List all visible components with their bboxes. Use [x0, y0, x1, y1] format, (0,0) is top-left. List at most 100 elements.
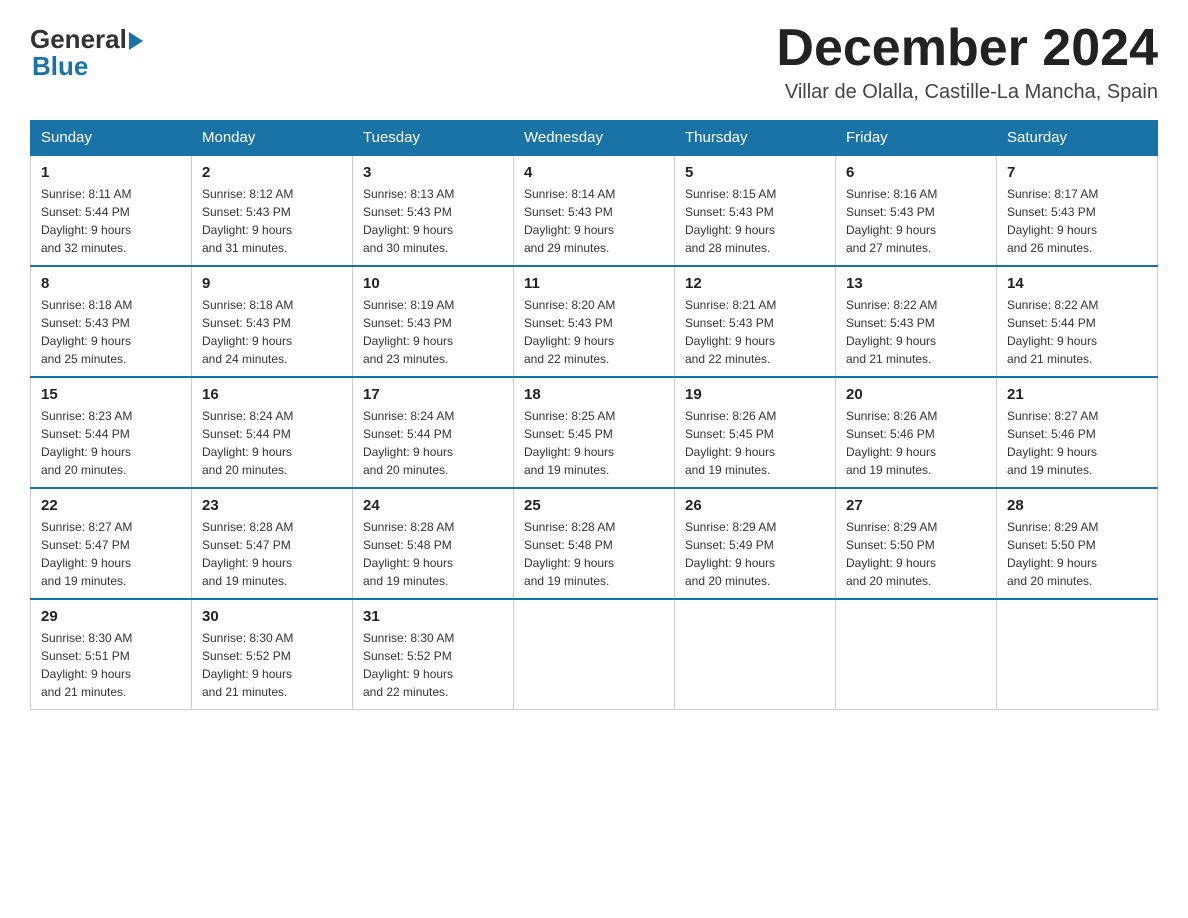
day-number: 17 — [363, 386, 503, 403]
page-header: General Blue December 2024 Villar de Ola… — [30, 20, 1158, 104]
calendar-cell: 29 Sunrise: 8:30 AMSunset: 5:51 PMDaylig… — [31, 599, 192, 710]
day-number: 20 — [846, 386, 986, 403]
calendar-cell: 16 Sunrise: 8:24 AMSunset: 5:44 PMDaylig… — [192, 377, 353, 488]
calendar-cell: 5 Sunrise: 8:15 AMSunset: 5:43 PMDayligh… — [675, 155, 836, 266]
day-number: 12 — [685, 275, 825, 292]
day-info: Sunrise: 8:24 AMSunset: 5:44 PMDaylight:… — [202, 409, 293, 477]
day-info: Sunrise: 8:29 AMSunset: 5:49 PMDaylight:… — [685, 520, 776, 588]
day-number: 13 — [846, 275, 986, 292]
day-number: 10 — [363, 275, 503, 292]
calendar-cell — [836, 599, 997, 710]
calendar-cell: 31 Sunrise: 8:30 AMSunset: 5:52 PMDaylig… — [353, 599, 514, 710]
day-number: 6 — [846, 164, 986, 181]
day-number: 30 — [202, 608, 342, 625]
calendar-cell: 18 Sunrise: 8:25 AMSunset: 5:45 PMDaylig… — [514, 377, 675, 488]
day-info: Sunrise: 8:21 AMSunset: 5:43 PMDaylight:… — [685, 298, 776, 366]
calendar-cell: 8 Sunrise: 8:18 AMSunset: 5:43 PMDayligh… — [31, 266, 192, 377]
calendar-cell: 25 Sunrise: 8:28 AMSunset: 5:48 PMDaylig… — [514, 488, 675, 599]
calendar-cell: 23 Sunrise: 8:28 AMSunset: 5:47 PMDaylig… — [192, 488, 353, 599]
logo-triangle-icon — [129, 32, 143, 50]
day-number: 1 — [41, 164, 181, 181]
calendar-cell: 17 Sunrise: 8:24 AMSunset: 5:44 PMDaylig… — [353, 377, 514, 488]
day-of-week-monday: Monday — [192, 121, 353, 156]
day-number: 25 — [524, 497, 664, 514]
day-number: 7 — [1007, 164, 1147, 181]
calendar-cell: 27 Sunrise: 8:29 AMSunset: 5:50 PMDaylig… — [836, 488, 997, 599]
day-number: 3 — [363, 164, 503, 181]
day-info: Sunrise: 8:30 AMSunset: 5:52 PMDaylight:… — [363, 631, 454, 699]
day-of-week-saturday: Saturday — [997, 121, 1158, 156]
day-number: 4 — [524, 164, 664, 181]
calendar-cell: 22 Sunrise: 8:27 AMSunset: 5:47 PMDaylig… — [31, 488, 192, 599]
calendar-cell: 20 Sunrise: 8:26 AMSunset: 5:46 PMDaylig… — [836, 377, 997, 488]
day-number: 5 — [685, 164, 825, 181]
calendar-cell: 21 Sunrise: 8:27 AMSunset: 5:46 PMDaylig… — [997, 377, 1158, 488]
calendar-week-1: 1 Sunrise: 8:11 AMSunset: 5:44 PMDayligh… — [31, 155, 1158, 266]
day-info: Sunrise: 8:17 AMSunset: 5:43 PMDaylight:… — [1007, 187, 1098, 255]
day-number: 27 — [846, 497, 986, 514]
day-info: Sunrise: 8:12 AMSunset: 5:43 PMDaylight:… — [202, 187, 293, 255]
day-number: 19 — [685, 386, 825, 403]
day-info: Sunrise: 8:28 AMSunset: 5:48 PMDaylight:… — [363, 520, 454, 588]
day-info: Sunrise: 8:15 AMSunset: 5:43 PMDaylight:… — [685, 187, 776, 255]
day-info: Sunrise: 8:27 AMSunset: 5:47 PMDaylight:… — [41, 520, 132, 588]
calendar-cell: 3 Sunrise: 8:13 AMSunset: 5:43 PMDayligh… — [353, 155, 514, 266]
calendar-cell: 14 Sunrise: 8:22 AMSunset: 5:44 PMDaylig… — [997, 266, 1158, 377]
day-info: Sunrise: 8:18 AMSunset: 5:43 PMDaylight:… — [41, 298, 132, 366]
day-info: Sunrise: 8:28 AMSunset: 5:47 PMDaylight:… — [202, 520, 293, 588]
day-info: Sunrise: 8:11 AMSunset: 5:44 PMDaylight:… — [41, 187, 132, 255]
day-info: Sunrise: 8:22 AMSunset: 5:43 PMDaylight:… — [846, 298, 937, 366]
day-of-week-sunday: Sunday — [31, 121, 192, 156]
calendar-cell: 13 Sunrise: 8:22 AMSunset: 5:43 PMDaylig… — [836, 266, 997, 377]
day-number: 18 — [524, 386, 664, 403]
calendar-cell: 6 Sunrise: 8:16 AMSunset: 5:43 PMDayligh… — [836, 155, 997, 266]
calendar-cell: 1 Sunrise: 8:11 AMSunset: 5:44 PMDayligh… — [31, 155, 192, 266]
day-info: Sunrise: 8:28 AMSunset: 5:48 PMDaylight:… — [524, 520, 615, 588]
day-info: Sunrise: 8:27 AMSunset: 5:46 PMDaylight:… — [1007, 409, 1098, 477]
calendar-cell: 30 Sunrise: 8:30 AMSunset: 5:52 PMDaylig… — [192, 599, 353, 710]
day-info: Sunrise: 8:18 AMSunset: 5:43 PMDaylight:… — [202, 298, 293, 366]
day-number: 22 — [41, 497, 181, 514]
calendar-cell: 24 Sunrise: 8:28 AMSunset: 5:48 PMDaylig… — [353, 488, 514, 599]
calendar-cell: 19 Sunrise: 8:26 AMSunset: 5:45 PMDaylig… — [675, 377, 836, 488]
day-info: Sunrise: 8:24 AMSunset: 5:44 PMDaylight:… — [363, 409, 454, 477]
day-number: 31 — [363, 608, 503, 625]
day-number: 29 — [41, 608, 181, 625]
calendar-cell — [997, 599, 1158, 710]
day-number: 2 — [202, 164, 342, 181]
day-info: Sunrise: 8:26 AMSunset: 5:46 PMDaylight:… — [846, 409, 937, 477]
location-text: Villar de Olalla, Castille-La Mancha, Sp… — [776, 81, 1158, 104]
day-info: Sunrise: 8:29 AMSunset: 5:50 PMDaylight:… — [846, 520, 937, 588]
day-info: Sunrise: 8:29 AMSunset: 5:50 PMDaylight:… — [1007, 520, 1098, 588]
day-number: 14 — [1007, 275, 1147, 292]
calendar-cell: 12 Sunrise: 8:21 AMSunset: 5:43 PMDaylig… — [675, 266, 836, 377]
calendar-cell: 28 Sunrise: 8:29 AMSunset: 5:50 PMDaylig… — [997, 488, 1158, 599]
day-number: 15 — [41, 386, 181, 403]
calendar-week-4: 22 Sunrise: 8:27 AMSunset: 5:47 PMDaylig… — [31, 488, 1158, 599]
logo: General Blue — [30, 24, 143, 82]
day-info: Sunrise: 8:20 AMSunset: 5:43 PMDaylight:… — [524, 298, 615, 366]
calendar-week-5: 29 Sunrise: 8:30 AMSunset: 5:51 PMDaylig… — [31, 599, 1158, 710]
calendar-cell: 9 Sunrise: 8:18 AMSunset: 5:43 PMDayligh… — [192, 266, 353, 377]
calendar-week-2: 8 Sunrise: 8:18 AMSunset: 5:43 PMDayligh… — [31, 266, 1158, 377]
day-number: 8 — [41, 275, 181, 292]
calendar-header: SundayMondayTuesdayWednesdayThursdayFrid… — [31, 121, 1158, 156]
day-info: Sunrise: 8:13 AMSunset: 5:43 PMDaylight:… — [363, 187, 454, 255]
day-info: Sunrise: 8:23 AMSunset: 5:44 PMDaylight:… — [41, 409, 132, 477]
day-of-week-thursday: Thursday — [675, 121, 836, 156]
calendar-cell: 7 Sunrise: 8:17 AMSunset: 5:43 PMDayligh… — [997, 155, 1158, 266]
calendar-cell: 10 Sunrise: 8:19 AMSunset: 5:43 PMDaylig… — [353, 266, 514, 377]
title-area: December 2024 Villar de Olalla, Castille… — [776, 20, 1158, 104]
calendar-cell: 11 Sunrise: 8:20 AMSunset: 5:43 PMDaylig… — [514, 266, 675, 377]
day-of-week-tuesday: Tuesday — [353, 121, 514, 156]
day-info: Sunrise: 8:30 AMSunset: 5:52 PMDaylight:… — [202, 631, 293, 699]
calendar-table: SundayMondayTuesdayWednesdayThursdayFrid… — [30, 120, 1158, 710]
day-of-week-friday: Friday — [836, 121, 997, 156]
calendar-cell — [514, 599, 675, 710]
calendar-cell: 26 Sunrise: 8:29 AMSunset: 5:49 PMDaylig… — [675, 488, 836, 599]
day-number: 26 — [685, 497, 825, 514]
day-info: Sunrise: 8:26 AMSunset: 5:45 PMDaylight:… — [685, 409, 776, 477]
day-info: Sunrise: 8:16 AMSunset: 5:43 PMDaylight:… — [846, 187, 937, 255]
calendar-cell: 2 Sunrise: 8:12 AMSunset: 5:43 PMDayligh… — [192, 155, 353, 266]
month-title: December 2024 — [776, 20, 1158, 77]
